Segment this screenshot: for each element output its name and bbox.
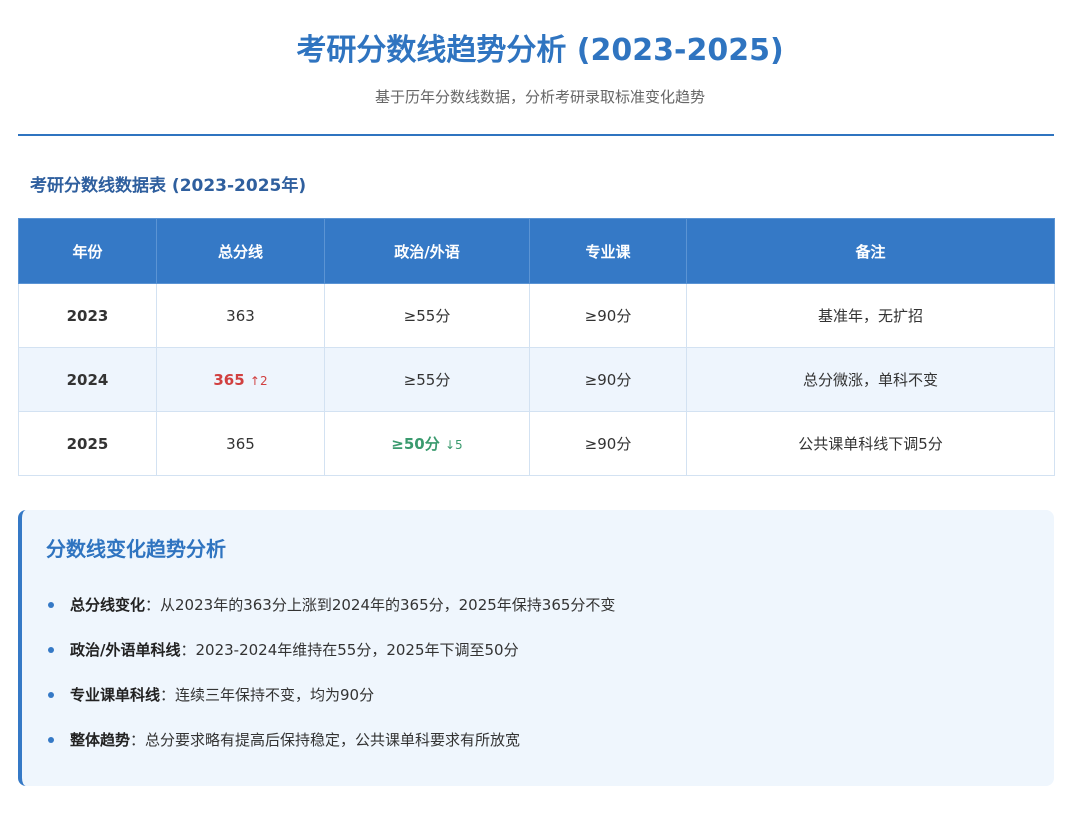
table-header-row: 年份 总分线 政治/外语 专业课 备注: [18, 218, 1055, 284]
table-row: 2025 365 ≥50分 ↓5 ≥90分 公共课单科线下调5分: [18, 411, 1055, 476]
column-header-year: 年份: [18, 218, 157, 284]
list-item: 整体趋势：总分要求略有提高后保持稳定，公共课单科要求有所放宽: [46, 725, 615, 770]
list-item: 总分线变化：从2023年的363分上涨到2024年的365分，2025年保持36…: [46, 590, 615, 635]
list-item: 政治/外语单科线：2023-2024年维持在55分，2025年下调至50分: [46, 635, 615, 680]
header-divider: [18, 134, 1054, 136]
politics-value: ≥50分: [391, 435, 440, 453]
cell-major: ≥90分: [529, 411, 687, 476]
cell-total: 363: [156, 283, 325, 348]
bullet-icon: [48, 737, 54, 743]
cell-total: 365: [156, 411, 325, 476]
page-title: 考研分数线趋势分析 (2023-2025): [296, 33, 784, 68]
cell-note: 基准年，无扩招: [686, 283, 1055, 348]
page: 考研分数线趋势分析 (2023-2025) 基于历年分数线数据，分析考研录取标准…: [0, 0, 1080, 819]
cell-major: ≥90分: [529, 283, 687, 348]
column-header-total: 总分线: [156, 218, 325, 284]
cell-year: 2025: [18, 411, 157, 476]
cell-politics: ≥55分: [324, 283, 530, 348]
score-table: 年份 总分线 政治/外语 专业课 备注 2023 363 ≥55分 ≥90分 基…: [18, 218, 1055, 476]
trend-analysis-panel: 分数线变化趋势分析 总分线变化：从2023年的363分上涨到2024年的365分…: [18, 510, 1054, 786]
column-header-politics: 政治/外语: [324, 218, 530, 284]
cell-major: ≥90分: [529, 347, 687, 412]
table-row: 2023 363 ≥55分 ≥90分 基准年，无扩招: [18, 283, 1055, 348]
bullet-icon: [48, 692, 54, 698]
total-value: 365: [213, 370, 245, 389]
cell-year: 2024: [18, 347, 157, 412]
item-label: 整体趋势: [70, 731, 131, 749]
column-header-major: 专业课: [529, 218, 687, 284]
decrease-delta: ↓5: [444, 438, 463, 452]
item-text: ：连续三年保持不变，均为90分: [160, 686, 375, 704]
item-label: 总分线变化: [70, 596, 146, 614]
total-increase-value: 365 ↑2: [213, 371, 267, 389]
cell-politics: ≥50分 ↓5: [324, 411, 530, 476]
item-label: 专业课单科线: [70, 686, 161, 704]
page-header: 考研分数线趋势分析 (2023-2025) 基于历年分数线数据，分析考研录取标准…: [0, 0, 1080, 108]
bullet-icon: [48, 647, 54, 653]
cell-total: 365 ↑2: [156, 347, 325, 412]
item-text: ：2023-2024年维持在55分，2025年下调至50分: [180, 641, 519, 659]
item-text: ：从2023年的363分上涨到2024年的365分，2025年保持365分不变: [145, 596, 616, 614]
table-row: 2024 365 ↑2 ≥55分 ≥90分 总分微涨，单科不变: [18, 347, 1055, 412]
analysis-title: 分数线变化趋势分析: [46, 537, 226, 561]
cell-note: 总分微涨，单科不变: [686, 347, 1055, 412]
bullet-icon: [48, 602, 54, 608]
item-text: ：总分要求略有提高后保持稳定，公共课单科要求有所放宽: [130, 731, 521, 749]
column-header-note: 备注: [686, 218, 1055, 284]
cell-politics: ≥55分: [324, 347, 530, 412]
page-subtitle: 基于历年分数线数据，分析考研录取标准变化趋势: [374, 88, 705, 106]
cell-note: 公共课单科线下调5分: [686, 411, 1055, 476]
item-label: 政治/外语单科线: [70, 641, 181, 659]
list-item: 专业课单科线：连续三年保持不变，均为90分: [46, 680, 615, 725]
increase-delta: ↑2: [249, 373, 268, 388]
cell-year: 2023: [18, 283, 157, 348]
politics-decrease-value: ≥50分 ↓5: [391, 435, 462, 453]
table-title: 考研分数线数据表 (2023-2025年): [30, 176, 307, 196]
analysis-list: 总分线变化：从2023年的363分上涨到2024年的365分，2025年保持36…: [46, 590, 615, 770]
